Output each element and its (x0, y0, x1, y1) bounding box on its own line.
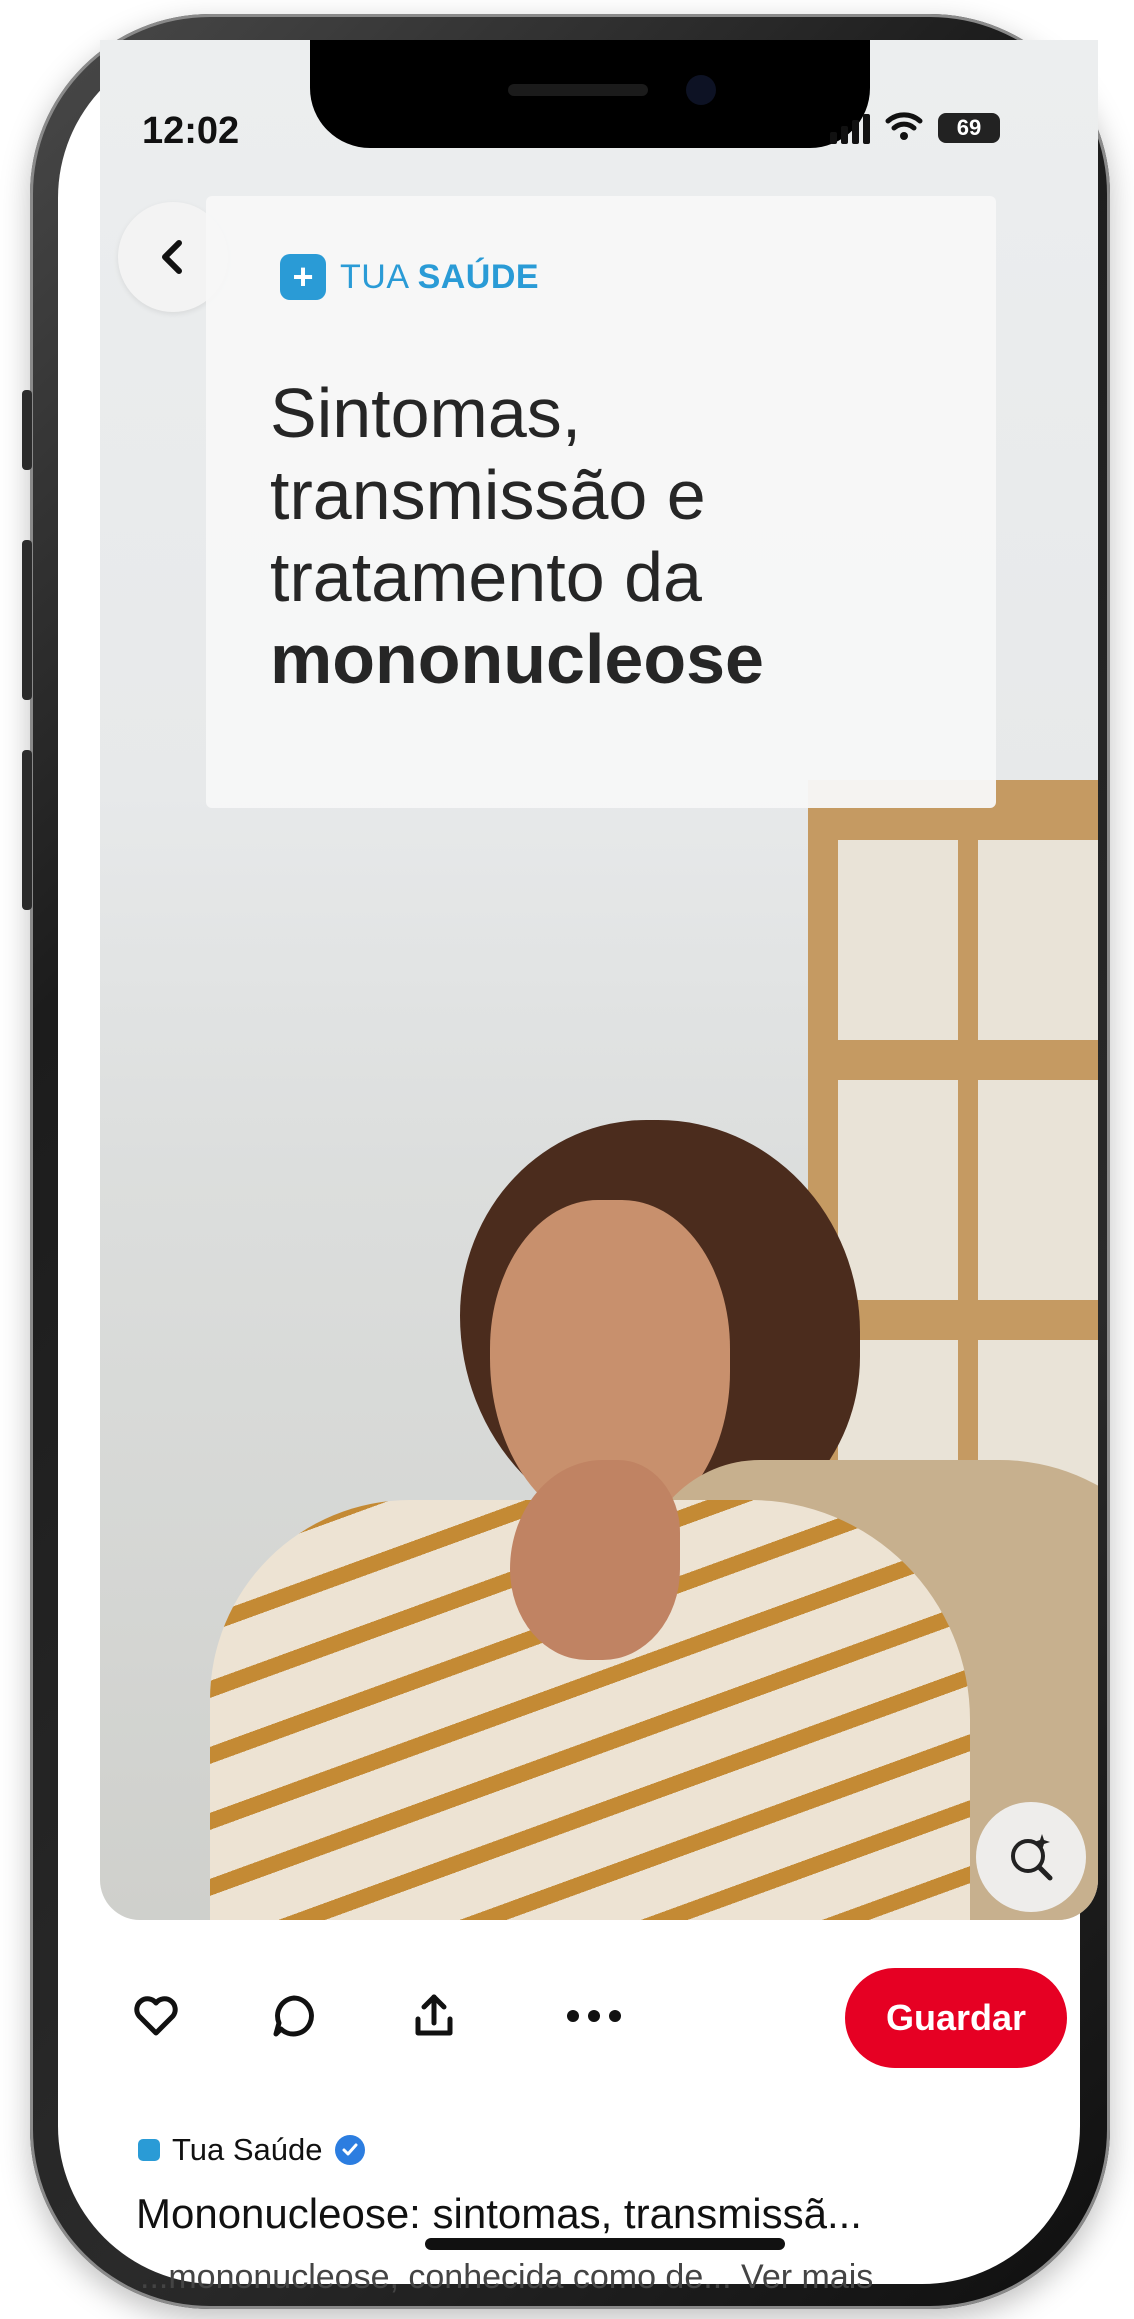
brand-logo-icon: + (280, 254, 326, 300)
action-bar: Guardar (0, 1960, 1134, 2070)
article-headline: Sintomas, transmissão e tratamento da mo… (270, 374, 764, 698)
front-camera (686, 75, 716, 105)
share-icon (415, 1994, 453, 2036)
home-indicator[interactable] (425, 2238, 785, 2250)
brand-row: + TUA SAÚDE (280, 254, 539, 300)
earpiece-speaker (508, 84, 648, 96)
creator-avatar (138, 2139, 160, 2161)
share-button[interactable] (402, 1984, 466, 2048)
save-button[interactable]: Guardar (845, 1968, 1067, 2068)
battery-icon: 69 (938, 112, 1000, 143)
article-title-card: + TUA SAÚDE Sintomas, transmissão e trat… (206, 196, 996, 808)
comment-icon (273, 1995, 314, 2037)
visual-search-icon (1011, 1834, 1053, 1881)
visual-search-button[interactable] (976, 1802, 1086, 1912)
heart-icon (134, 1996, 178, 2036)
status-time: 12:02 (142, 110, 240, 152)
signal-icon (830, 112, 870, 144)
comment-button[interactable] (262, 1984, 326, 2048)
creator-name[interactable]: Tua Saúde (172, 2132, 323, 2168)
creator-row[interactable]: Tua Saúde (138, 2132, 365, 2168)
mute-switch (22, 390, 32, 470)
pin-description[interactable]: ...mononucleose, conhecida como de... Ve… (140, 2258, 1070, 2297)
volume-down-button (22, 750, 32, 910)
wifi-icon (884, 110, 924, 145)
back-arrow-icon (162, 240, 182, 274)
volume-up-button (22, 540, 32, 700)
verified-icon (334, 2135, 365, 2165)
more-options-button[interactable] (562, 1984, 626, 2048)
brand-name: TUA SAÚDE (340, 257, 540, 296)
more-icon (567, 2010, 621, 2022)
pin-title[interactable]: Mononucleose: sintomas, transmissã... (136, 2190, 1066, 2238)
status-indicators: 69 (830, 110, 1000, 145)
like-button[interactable] (124, 1984, 188, 2048)
